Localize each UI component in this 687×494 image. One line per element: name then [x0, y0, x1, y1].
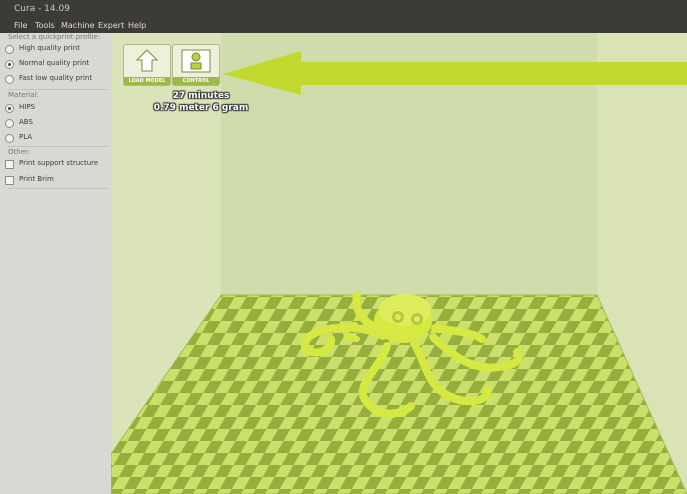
material-hips-label: HIPS — [19, 103, 35, 111]
divider — [8, 146, 108, 147]
checkbox-support-structure[interactable] — [5, 160, 14, 169]
material-abs-label: ABS — [19, 118, 33, 126]
profile-normal-quality-label: Normal quality print — [19, 59, 90, 67]
material-section-title: Material: — [8, 91, 39, 99]
radio-high-quality[interactable] — [5, 45, 14, 54]
checkbox-print-brim[interactable] — [5, 176, 14, 185]
material-usage: 0.79 meter 6 gram — [153, 103, 249, 113]
divider — [8, 89, 108, 90]
radio-abs[interactable] — [5, 119, 14, 128]
profile-section-title: Select a quickprint profile: — [8, 33, 101, 41]
material-pla-label: PLA — [19, 133, 33, 141]
option-print-brim-label: Print Brim — [19, 175, 54, 183]
menu-bar: File Tools Machine Expert Help — [0, 20, 687, 33]
printer-control-icon — [181, 49, 211, 73]
option-support-structure-label: Print support structure — [19, 159, 99, 167]
print-time: 27 minutes — [172, 91, 230, 101]
title-bar: Cura - 14.09 — [0, 0, 687, 20]
quickprint-sidebar: Select a quickprint profile: High qualit… — [0, 33, 112, 494]
menu-machine[interactable]: Machine — [61, 21, 95, 30]
menu-tools[interactable]: Tools — [35, 21, 55, 30]
cura-window: Cura - 14.09 File Tools Machine Expert H… — [0, 0, 687, 494]
upload-icon — [135, 49, 159, 72]
menu-expert[interactable]: Expert — [98, 21, 124, 30]
menu-file[interactable]: File — [14, 21, 27, 30]
divider — [8, 188, 108, 189]
control-button[interactable]: CONTROL — [172, 44, 220, 86]
3d-viewport[interactable]: LOAD MODEL CONTROL 27 minutes 0.79 meter… — [111, 33, 687, 494]
radio-hips[interactable] — [5, 104, 14, 113]
control-label: CONTROL — [173, 77, 219, 85]
radio-pla[interactable] — [5, 134, 14, 143]
window-title: Cura - 14.09 — [14, 4, 70, 14]
load-model-label: LOAD MODEL — [124, 77, 170, 85]
profile-high-quality-label: High quality print — [19, 44, 80, 52]
radio-fast-quality[interactable] — [5, 75, 14, 84]
menu-help[interactable]: Help — [128, 21, 146, 30]
profile-fast-quality-label: Fast low quality print — [19, 74, 93, 82]
radio-normal-quality[interactable] — [5, 60, 14, 69]
load-model-button[interactable]: LOAD MODEL — [123, 44, 171, 86]
other-section-title: Other: — [8, 148, 31, 156]
